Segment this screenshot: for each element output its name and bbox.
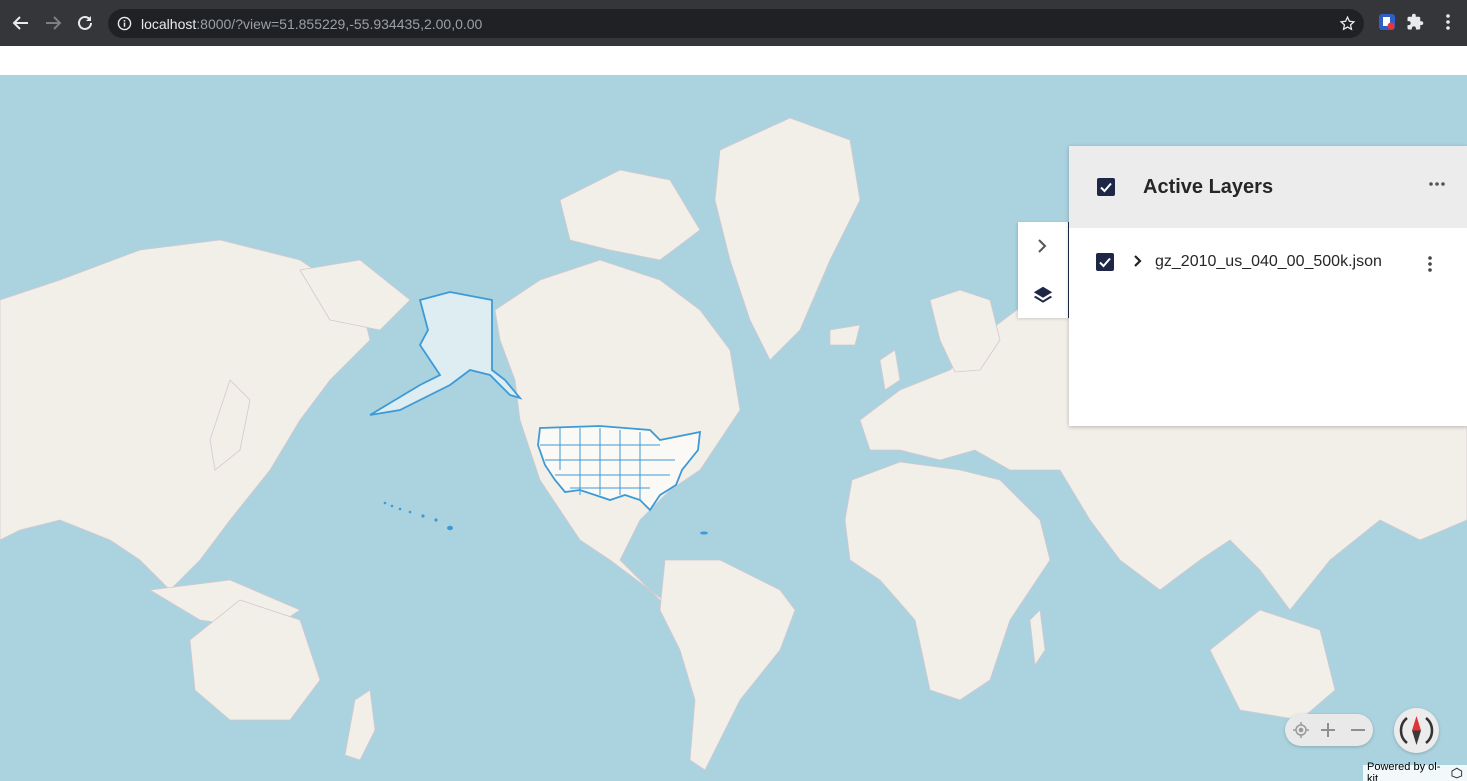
info-icon[interactable] xyxy=(117,16,132,36)
reload-icon[interactable] xyxy=(73,11,97,35)
page-header-strip xyxy=(0,46,1467,75)
ol-kit-logo-icon xyxy=(1451,767,1463,779)
kebab-icon[interactable] xyxy=(1427,255,1433,278)
panel-header: Active Layers xyxy=(1069,146,1467,228)
map-zoom-controls xyxy=(1285,714,1373,746)
star-icon[interactable] xyxy=(1339,15,1356,37)
layer-panel-tabs xyxy=(1018,222,1070,318)
back-icon[interactable] xyxy=(9,11,33,35)
url-host: localhost xyxy=(141,16,197,32)
layer-list-item[interactable]: gz_2010_us_040_00_500k.json xyxy=(1069,238,1467,286)
attribution-text: Powered by ol-kit xyxy=(1367,761,1441,781)
layer-name: gz_2010_us_040_00_500k.json xyxy=(1155,253,1382,270)
browser-toolbar: localhost:8000/?view=51.855229,-55.93443… xyxy=(0,0,1467,46)
layers-icon[interactable] xyxy=(1032,284,1054,311)
forward-icon[interactable] xyxy=(41,11,65,35)
layer-visibility-checkbox[interactable] xyxy=(1096,253,1114,271)
url-text[interactable]: localhost:8000/?view=51.855229,-55.93443… xyxy=(141,16,482,32)
active-layers-panel: Active Layers gz_2010_us_040_00_500k.jso… xyxy=(1069,146,1467,426)
url-path: :8000/?view=51.855229,-55.934435,2.00,0.… xyxy=(196,16,483,32)
ellipsis-icon[interactable] xyxy=(1427,176,1447,194)
minus-icon[interactable] xyxy=(1349,721,1367,739)
puzzle-icon[interactable] xyxy=(1406,13,1424,36)
map-attribution[interactable]: Powered by ol-kit xyxy=(1363,761,1467,781)
panel-title: Active Layers xyxy=(1143,176,1274,198)
extension-icon[interactable] xyxy=(1378,13,1396,36)
select-all-checkbox[interactable] xyxy=(1097,178,1115,196)
kebab-icon[interactable] xyxy=(1439,13,1457,36)
address-bar[interactable]: localhost:8000/?view=51.855229,-55.93443… xyxy=(108,9,1364,38)
chevron-right-icon[interactable] xyxy=(1033,237,1051,260)
chevron-right-icon[interactable] xyxy=(1131,254,1145,273)
locate-icon[interactable] xyxy=(1292,721,1310,739)
compass-icon[interactable] xyxy=(1394,708,1439,753)
plus-icon[interactable] xyxy=(1319,721,1337,739)
